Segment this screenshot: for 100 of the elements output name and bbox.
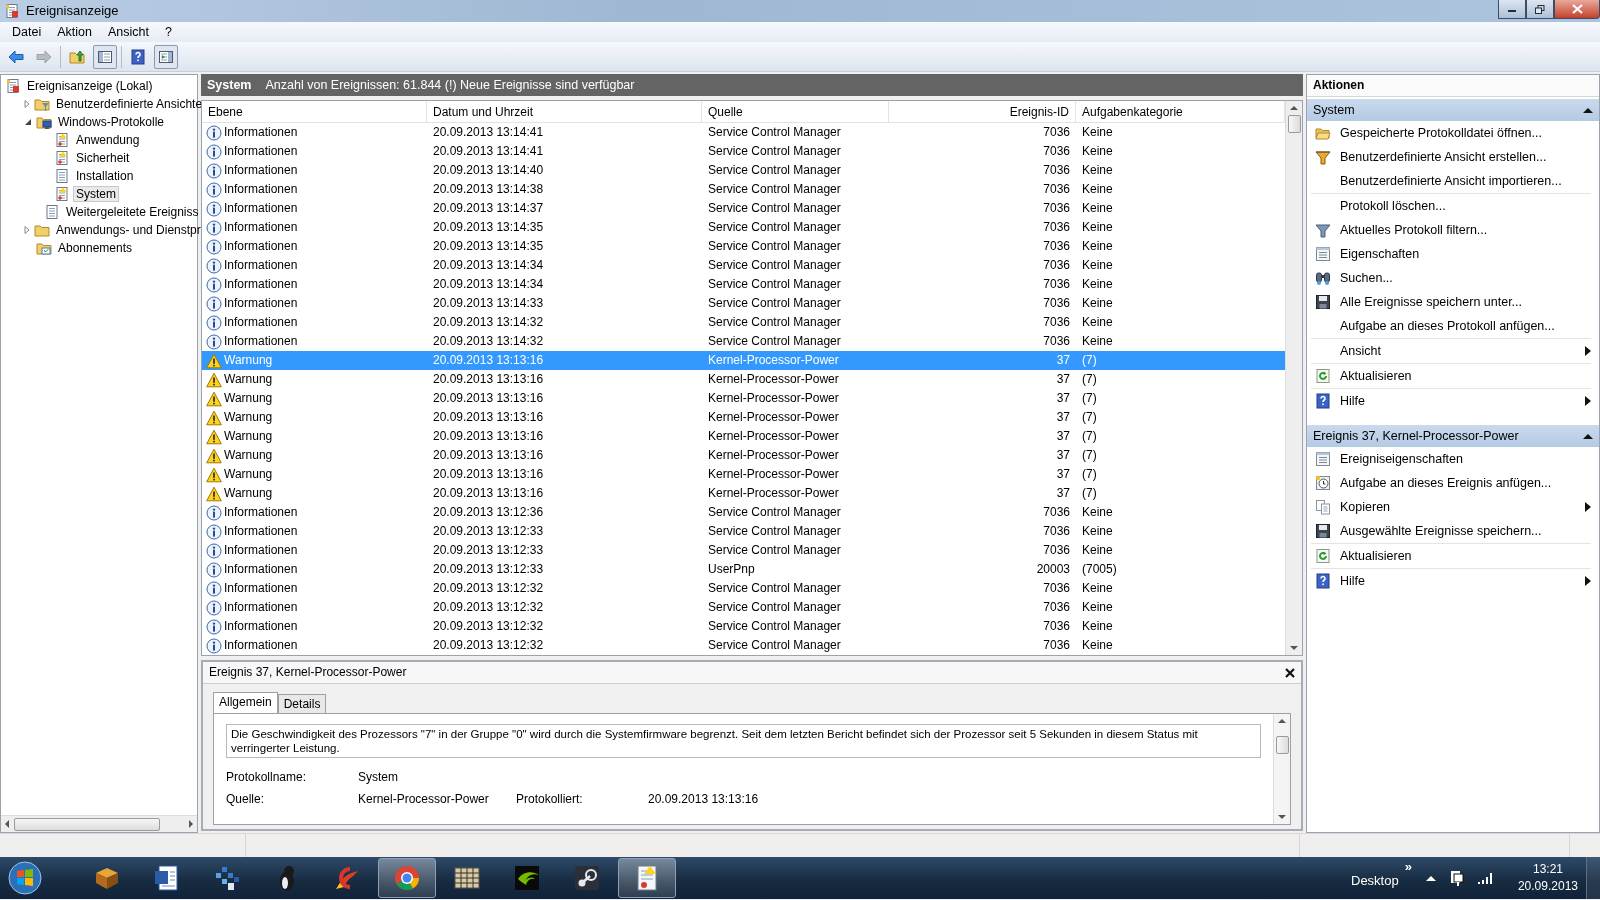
table-row[interactable]: Informationen 20.09.2013 13:14:35 Service Control Manager 7036 Keine (202, 237, 1285, 256)
table-row[interactable]: Warnung 20.09.2013 13:13:16 Kernel-Processor-Power 37 (7) (202, 465, 1285, 484)
table-row[interactable]: Informationen 20.09.2013 13:14:41 Service Control Manager 7036 Keine (202, 142, 1285, 161)
section-header[interactable]: Ereignis 37, Kernel-Processor-Power (1307, 425, 1599, 447)
tree-item[interactable]: Ereignisanzeige (Lokal) (24, 77, 156, 95)
action-item[interactable]: Aufgabe an dieses Protokoll anfügen... (1311, 314, 1591, 338)
tree-item[interactable]: Anwendungs- und Dienstpr (53, 221, 204, 239)
tab[interactable]: Details (277, 694, 327, 714)
table-row[interactable]: Informationen 20.09.2013 13:14:40 Service Control Manager 7036 Keine (202, 161, 1285, 180)
scroll-down-icon[interactable] (1278, 814, 1286, 820)
scrollbar-thumb[interactable] (1287, 115, 1301, 133)
action-item[interactable]: Ausgewählte Ereignisse speichern... (1311, 519, 1591, 543)
expander-icon[interactable] (24, 118, 32, 126)
table-row[interactable]: Warnung 20.09.2013 13:13:16 Kernel-Processor-Power 37 (7) (202, 389, 1285, 408)
clock-date[interactable]: 20.09.2013 (1517, 878, 1578, 895)
table-row[interactable]: Informationen 20.09.2013 13:14:34 Service Control Manager 7036 Keine (202, 256, 1285, 275)
scroll-up-icon[interactable] (1290, 105, 1298, 111)
table-row[interactable]: Informationen 20.09.2013 13:14:35 Service Control Manager 7036 Keine (202, 218, 1285, 237)
log-icon (54, 150, 70, 166)
action-item[interactable]: Suchen... (1311, 266, 1591, 290)
tree-item[interactable]: Installation (73, 167, 137, 185)
signal-icon[interactable] (1477, 872, 1494, 884)
close-icon[interactable] (1285, 667, 1295, 678)
menu-item[interactable]: Aktion (49, 24, 100, 40)
toolbar-button[interactable] (154, 44, 178, 69)
taskbar-button[interactable] (378, 858, 436, 898)
detail-title: Ereignis 37, Kernel-Processor-Power (209, 665, 407, 680)
scrollbar-thumb[interactable] (14, 817, 160, 831)
action-item[interactable]: Hilfe (1311, 569, 1591, 593)
menu-item[interactable]: ? (156, 24, 180, 40)
tab[interactable]: Allgemein (213, 692, 278, 714)
close-button[interactable] (1554, 0, 1600, 19)
minimize-button[interactable] (1498, 0, 1526, 19)
show-desktop-button[interactable] (1586, 857, 1600, 899)
action-item[interactable]: Alle Ereignisse speichern unter... (1311, 290, 1591, 314)
action-item[interactable]: Kopieren (1311, 495, 1591, 519)
overflow-chevron[interactable]: » (1404, 859, 1412, 875)
scroll-up-icon[interactable] (1278, 718, 1286, 725)
action-item[interactable]: Protokoll löschen... (1311, 194, 1591, 218)
taskbar-button[interactable] (618, 858, 676, 898)
action-item[interactable]: Ansicht (1311, 339, 1591, 363)
column-header[interactable]: Quelle (702, 101, 889, 122)
table-cell-text: 20003 (1035, 561, 1071, 579)
table-row[interactable]: Informationen 20.09.2013 13:12:32 Service Control Manager 7036 Keine (202, 579, 1285, 598)
action-item[interactable]: Aktualisieren (1311, 364, 1591, 388)
table-row[interactable]: Warnung 20.09.2013 13:13:16 Kernel-Processor-Power 37 (7) (202, 427, 1285, 446)
action-item[interactable]: Aktualisieren (1311, 544, 1591, 568)
clock-time[interactable]: 13:21 (1532, 861, 1563, 878)
table-row[interactable]: Informationen 20.09.2013 13:12:33 Service Control Manager 7036 Keine (202, 522, 1285, 541)
tree-item[interactable]: Anwendung (73, 131, 143, 149)
table-row[interactable]: Informationen 20.09.2013 13:12:32 Service Control Manager 7036 Keine (202, 617, 1285, 636)
action-item[interactable]: Benutzerdefinierte Ansicht erstellen... (1311, 145, 1591, 169)
tree-item[interactable]: Weitergeleitete Ereigniss (63, 203, 202, 221)
column-header[interactable]: Datum und Uhrzeit (427, 101, 702, 122)
table-row[interactable]: Warnung 20.09.2013 13:13:16 Kernel-Processor-Power 37 (7) (202, 408, 1285, 427)
tree-item[interactable]: System (73, 185, 119, 203)
table-row[interactable]: Informationen 20.09.2013 13:14:32 Service Control Manager 7036 Keine (202, 313, 1285, 332)
action-item[interactable]: Eigenschaften (1311, 242, 1591, 266)
table-row[interactable]: Informationen 20.09.2013 13:14:33 Service Control Manager 7036 Keine (202, 294, 1285, 313)
tray-expand-icon[interactable] (1425, 875, 1436, 881)
scroll-left-icon[interactable] (4, 820, 10, 828)
info-icon (206, 580, 222, 597)
table-row[interactable]: Informationen 20.09.2013 13:12:32 Service Control Manager 7036 Keine (202, 636, 1285, 655)
action-item[interactable]: Gespeicherte Protokolldatei öffnen... (1311, 121, 1591, 145)
table-row[interactable]: Informationen 20.09.2013 13:14:32 Service Control Manager 7036 Keine (202, 332, 1285, 351)
scrollbar-thumb[interactable] (1275, 736, 1289, 755)
section-header[interactable]: System (1307, 99, 1599, 121)
table-cell: Informationen (224, 638, 298, 653)
table-row[interactable]: Informationen 20.09.2013 13:14:38 Service Control Manager 7036 Keine (202, 180, 1285, 199)
table-row[interactable]: Informationen 20.09.2013 13:14:37 Service Control Manager 7036 Keine (202, 199, 1285, 218)
action-item[interactable]: Aktuelles Protokoll filtern... (1311, 218, 1591, 242)
table-row[interactable]: Informationen 20.09.2013 13:14:41 Service Control Manager 7036 Keine (202, 123, 1285, 142)
table-cell-text: (7) (1081, 352, 1098, 370)
column-header[interactable]: Ereignis-ID (889, 101, 1076, 122)
table-cell-text: Keine (1081, 124, 1114, 142)
table-row[interactable]: Informationen 20.09.2013 13:12:33 Service Control Manager 7036 Keine (202, 541, 1285, 560)
table-cell-text: Keine (1081, 599, 1114, 617)
table-row[interactable]: Warnung 20.09.2013 13:13:16 Kernel-Processor-Power 37 (7) (202, 484, 1285, 503)
restore-button[interactable] (1526, 0, 1554, 19)
table-row[interactable]: Informationen 20.09.2013 13:12:36 Service Control Manager 7036 Keine (202, 503, 1285, 522)
power-plug-icon[interactable] (1449, 870, 1464, 886)
table-row[interactable]: Informationen 20.09.2013 13:14:34 Service Control Manager 7036 Keine (202, 275, 1285, 294)
table-row[interactable]: Informationen 20.09.2013 13:12:32 Service Control Manager 7036 Keine (202, 598, 1285, 617)
action-item[interactable]: Aufgabe an dieses Ereignis anfügen... (1311, 471, 1591, 495)
menu-item[interactable]: Datei (4, 24, 50, 40)
scroll-right-icon[interactable] (188, 820, 194, 828)
tree-item[interactable]: Windows-Protokolle (55, 113, 168, 131)
menu-item[interactable]: Ansicht (99, 24, 157, 40)
column-header[interactable]: Ebene (202, 101, 427, 122)
tree-item[interactable]: Sicherheit (73, 149, 133, 167)
action-item[interactable]: Benutzerdefinierte Ansicht importieren... (1311, 169, 1591, 193)
action-item[interactable]: Hilfe (1311, 389, 1591, 413)
table-row[interactable]: Warnung 20.09.2013 13:13:16 Kernel-Processor-Power 37 (7) (202, 446, 1285, 465)
toolbar-button[interactable] (93, 44, 117, 69)
scroll-down-icon[interactable] (1290, 645, 1298, 651)
table-row[interactable]: Warnung 20.09.2013 13:13:16 Kernel-Processor-Power 37 (7) (202, 370, 1285, 389)
tree-item[interactable]: Abonnements (55, 239, 136, 257)
toolbar-label[interactable]: Desktop (1351, 867, 1399, 889)
action-item[interactable]: Ereigniseigenschaften (1311, 447, 1591, 471)
table-row[interactable]: Informationen 20.09.2013 13:12:33 UserPnp 20003 (7005) (202, 560, 1285, 579)
